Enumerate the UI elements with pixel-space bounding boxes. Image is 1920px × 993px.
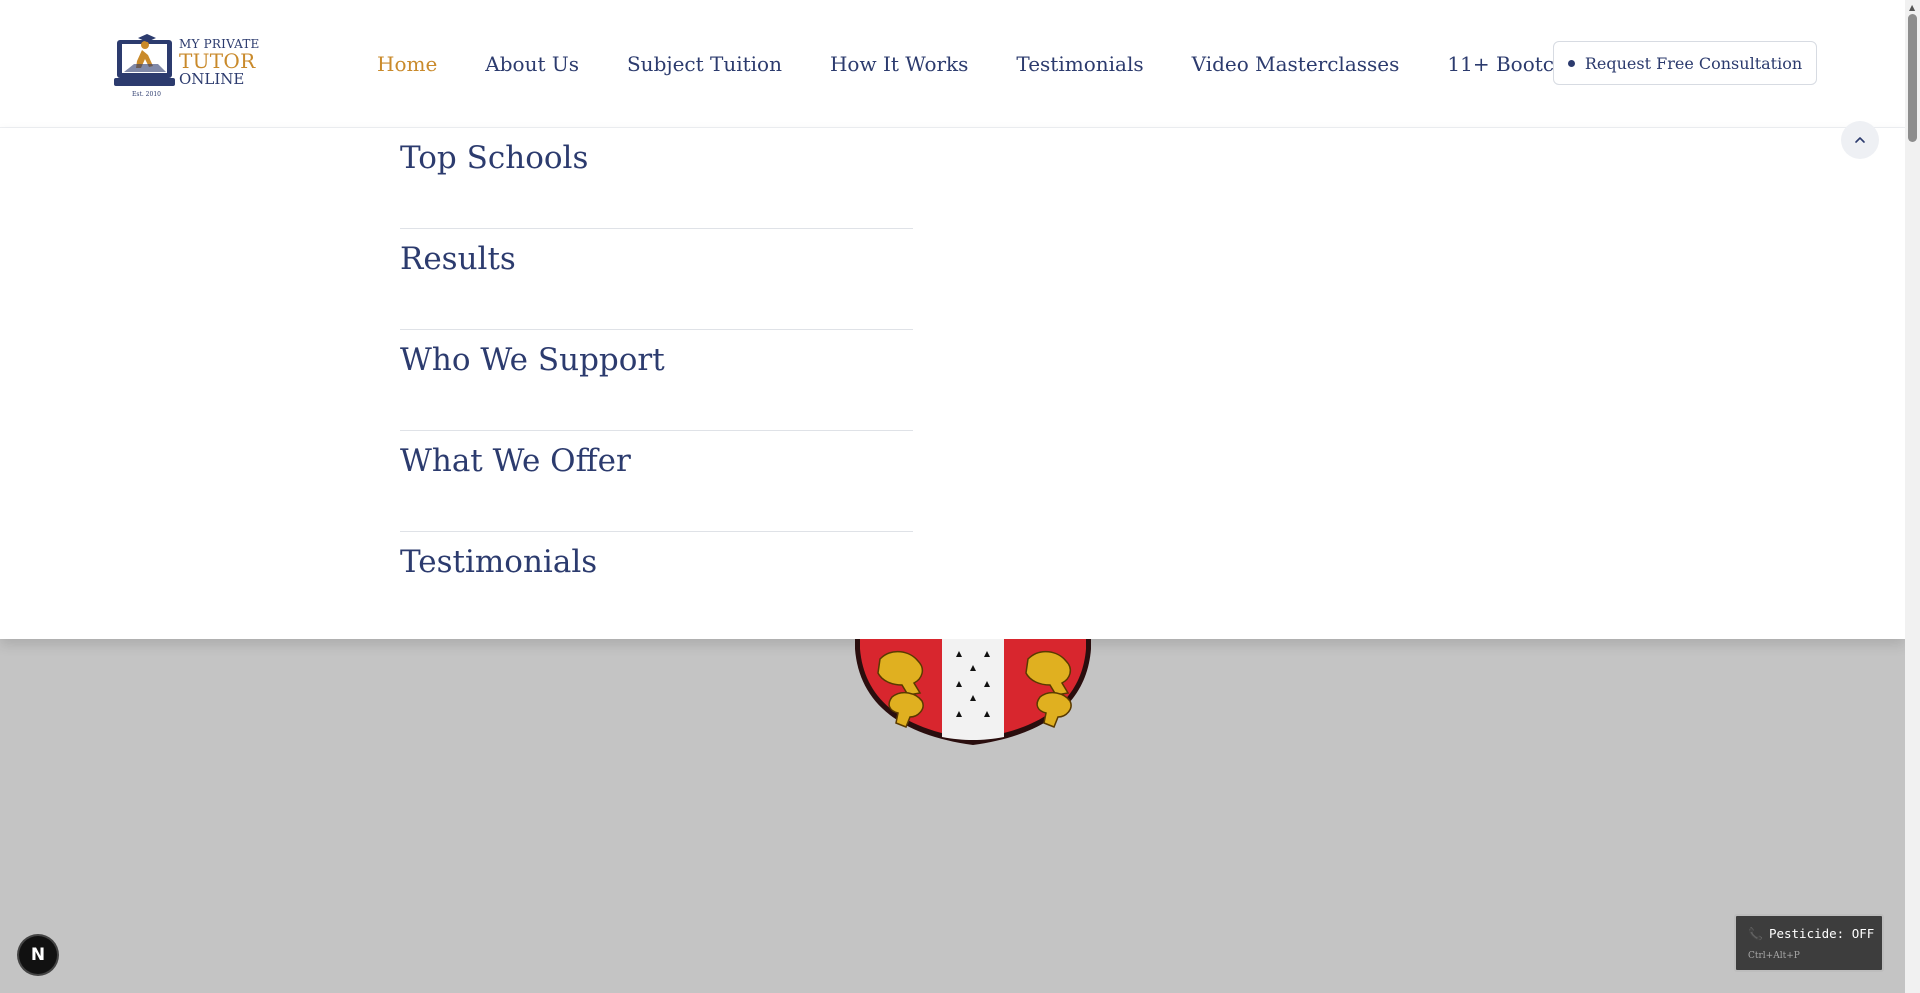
pesticide-status-label: Pesticide: OFF	[1768, 926, 1875, 941]
logo-line-online: ONLINE	[179, 70, 245, 88]
logo-text: MY PRIVATE TUTOR ONLINE	[179, 38, 260, 87]
framework-badge-letter: N	[30, 945, 46, 965]
framework-badge-button[interactable]: N	[19, 936, 57, 974]
main-nav: Home About Us Subject Tuition How It Wor…	[377, 52, 1656, 76]
dropdown-item-testimonials[interactable]: Testimonials	[400, 532, 913, 633]
scrollbar-thumb[interactable]	[1908, 14, 1917, 142]
dropdown-item-label: Results	[400, 241, 516, 277]
request-consultation-button[interactable]: Request Free Consultation	[1553, 41, 1817, 85]
nav-subject-tuition[interactable]: Subject Tuition	[627, 52, 782, 76]
dropdown-item-what-we-offer[interactable]: What We Offer	[400, 431, 913, 532]
pesticide-status: 📞 Pesticide: OFF	[1748, 926, 1874, 941]
nav-about-us[interactable]: About Us	[485, 52, 579, 76]
dropdown-item-label: Who We Support	[400, 342, 665, 378]
logo-line-tutor: TUTOR	[179, 49, 256, 73]
pesticide-toggle[interactable]: 📞 Pesticide: OFF Ctrl+Alt+P	[1734, 914, 1884, 972]
nav-testimonials[interactable]: Testimonials	[1016, 52, 1143, 76]
chevron-up-icon	[1855, 137, 1865, 143]
home-dropdown-menu: Top Schools Results Who We Support What …	[0, 128, 1905, 639]
scroll-up-arrow-icon[interactable]: ▲	[1909, 3, 1915, 12]
page-scrollbar[interactable]: ▲	[1905, 0, 1920, 993]
dropdown-item-label: Top Schools	[400, 140, 589, 176]
nav-how-it-works[interactable]: How It Works	[830, 52, 968, 76]
nav-home[interactable]: Home	[377, 52, 437, 76]
site-header: MY PRIVATE TUTOR ONLINE Est. 2010 Home A…	[0, 0, 1905, 128]
dropdown-item-label: What We Offer	[400, 443, 631, 479]
nav-video-masterclasses[interactable]: Video Masterclasses	[1192, 52, 1400, 76]
dot-icon	[1567, 59, 1575, 67]
dropdown-item-results[interactable]: Results	[400, 229, 913, 330]
dropdown-item-who-we-support[interactable]: Who We Support	[400, 330, 913, 431]
dropdown-item-label: Testimonials	[400, 544, 598, 580]
collapse-menu-button[interactable]	[1841, 121, 1879, 159]
request-consultation-label: Request Free Consultation	[1584, 53, 1803, 73]
phone-icon: 📞	[1748, 926, 1763, 941]
logo-established: Est. 2010	[132, 91, 161, 98]
school-crest-image	[855, 639, 1091, 745]
dropdown-item-top-schools[interactable]: Top Schools	[400, 128, 913, 229]
pesticide-shortcut: Ctrl+Alt+P	[1748, 951, 1800, 961]
